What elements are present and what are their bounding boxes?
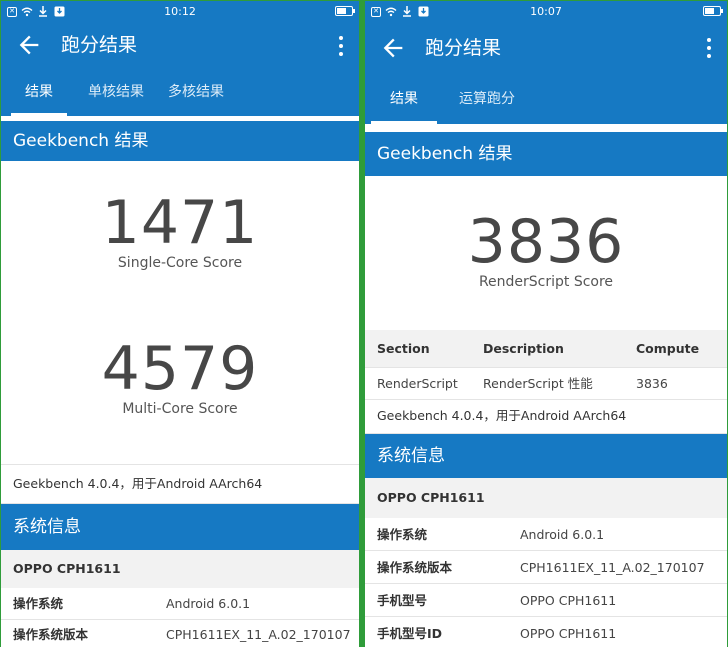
info-value: CPH1611EX_11_A.02_170107 bbox=[520, 560, 705, 575]
info-row-os: 操作系统 Android 6.0.1 bbox=[1, 588, 359, 620]
info-key: 操作系统 bbox=[377, 527, 428, 542]
info-value: Android 6.0.1 bbox=[520, 527, 605, 542]
info-value: OPPO CPH1611 bbox=[520, 626, 617, 641]
sysinfo-title: 系统信息 bbox=[1, 504, 359, 550]
section-title: Geekbench 结果 bbox=[1, 121, 359, 161]
page-title: 跑分结果 bbox=[425, 37, 502, 59]
version-note: Geekbench 4.0.4，用于Android AArch64 bbox=[1, 464, 359, 504]
tab-results[interactable]: 结果 bbox=[371, 74, 437, 124]
app-bar: 跑分结果 bbox=[365, 22, 727, 74]
tab-bar: 结果 运算跑分 bbox=[365, 74, 727, 124]
info-row-model-id: 手机型号ID OPPO CPH1611 bbox=[365, 617, 727, 647]
tab-compute[interactable]: 运算跑分 bbox=[445, 74, 529, 124]
overflow-menu-icon[interactable] bbox=[333, 34, 349, 58]
multi-core-score-block: 4579 Multi-Core Score bbox=[1, 309, 359, 464]
info-row-os: 操作系统 Android 6.0.1 bbox=[365, 518, 727, 551]
gap bbox=[365, 124, 727, 132]
info-key: 手机型号 bbox=[377, 593, 428, 608]
app-bar: 跑分结果 bbox=[1, 22, 359, 68]
section-title: Geekbench 结果 bbox=[365, 132, 727, 176]
overflow-menu-icon[interactable] bbox=[701, 36, 717, 60]
table-cell-description: RenderScript 性能 bbox=[483, 376, 593, 391]
table-header-section: Section bbox=[377, 341, 430, 356]
device-name: OPPO CPH1611 bbox=[1, 550, 359, 588]
info-key: 操作系统版本 bbox=[377, 560, 453, 575]
back-arrow-icon[interactable] bbox=[15, 31, 43, 59]
back-arrow-icon[interactable] bbox=[379, 34, 407, 62]
info-key: 操作系统版本 bbox=[13, 627, 89, 642]
device-name: OPPO CPH1611 bbox=[365, 478, 727, 518]
status-bar: ✕ 10:12 bbox=[1, 1, 359, 22]
info-key: 操作系统 bbox=[13, 596, 64, 611]
multi-core-score: 4579 bbox=[101, 334, 259, 404]
info-row-os-version: 操作系统版本 CPH1611EX_11_A.02_170107 bbox=[1, 620, 359, 647]
renderscript-score-block: 3836 RenderScript Score bbox=[365, 176, 727, 330]
single-core-label: Single-Core Score bbox=[117, 255, 243, 271]
battery-icon bbox=[703, 6, 723, 16]
renderscript-label: RenderScript Score bbox=[478, 274, 614, 290]
info-value: OPPO CPH1611 bbox=[520, 593, 617, 608]
status-time: 10:07 bbox=[530, 5, 562, 18]
tab-bar: 结果 单核结果 多核结果 bbox=[1, 68, 359, 116]
multi-core-label: Multi-Core Score bbox=[122, 401, 238, 417]
info-value: Android 6.0.1 bbox=[166, 596, 251, 611]
version-note: Geekbench 4.0.4，用于Android AArch64 bbox=[365, 400, 727, 434]
table-cell-section: RenderScript bbox=[377, 376, 458, 391]
status-time: 10:12 bbox=[164, 5, 196, 18]
renderscript-score: 3836 bbox=[467, 207, 625, 277]
info-row-os-version: 操作系统版本 CPH1611EX_11_A.02_170107 bbox=[365, 551, 727, 584]
tab-multi-core[interactable]: 多核结果 bbox=[161, 68, 231, 116]
battery-icon bbox=[335, 6, 355, 16]
tab-results[interactable]: 结果 bbox=[11, 68, 67, 116]
tab-single-core[interactable]: 单核结果 bbox=[81, 68, 151, 116]
table-header-compute: Compute bbox=[636, 341, 700, 356]
left-screen: ✕ 10:12 跑分结果 结果 单核结果 多核结果 Geekbench 结果 1… bbox=[1, 1, 359, 647]
single-core-score: 1471 bbox=[101, 188, 259, 258]
info-value: CPH1611EX_11_A.02_170107 bbox=[166, 627, 351, 642]
sysinfo-title: 系统信息 bbox=[365, 434, 727, 478]
page-title: 跑分结果 bbox=[61, 34, 138, 56]
status-bar: ✕ 10:07 bbox=[365, 1, 727, 22]
single-core-score-block: 1471 Single-Core Score bbox=[1, 161, 359, 309]
table-cell-compute: 3836 bbox=[636, 376, 668, 391]
info-row-model: 手机型号 OPPO CPH1611 bbox=[365, 584, 727, 617]
table-header: Section Description Compute bbox=[365, 330, 727, 368]
info-key: 手机型号ID bbox=[377, 626, 443, 641]
table-header-description: Description bbox=[483, 341, 564, 356]
table-row: RenderScript RenderScript 性能 3836 bbox=[365, 368, 727, 400]
right-screen: ✕ 10:07 跑分结果 结果 运算跑分 Geekbench 结果 3836 R… bbox=[365, 1, 727, 647]
